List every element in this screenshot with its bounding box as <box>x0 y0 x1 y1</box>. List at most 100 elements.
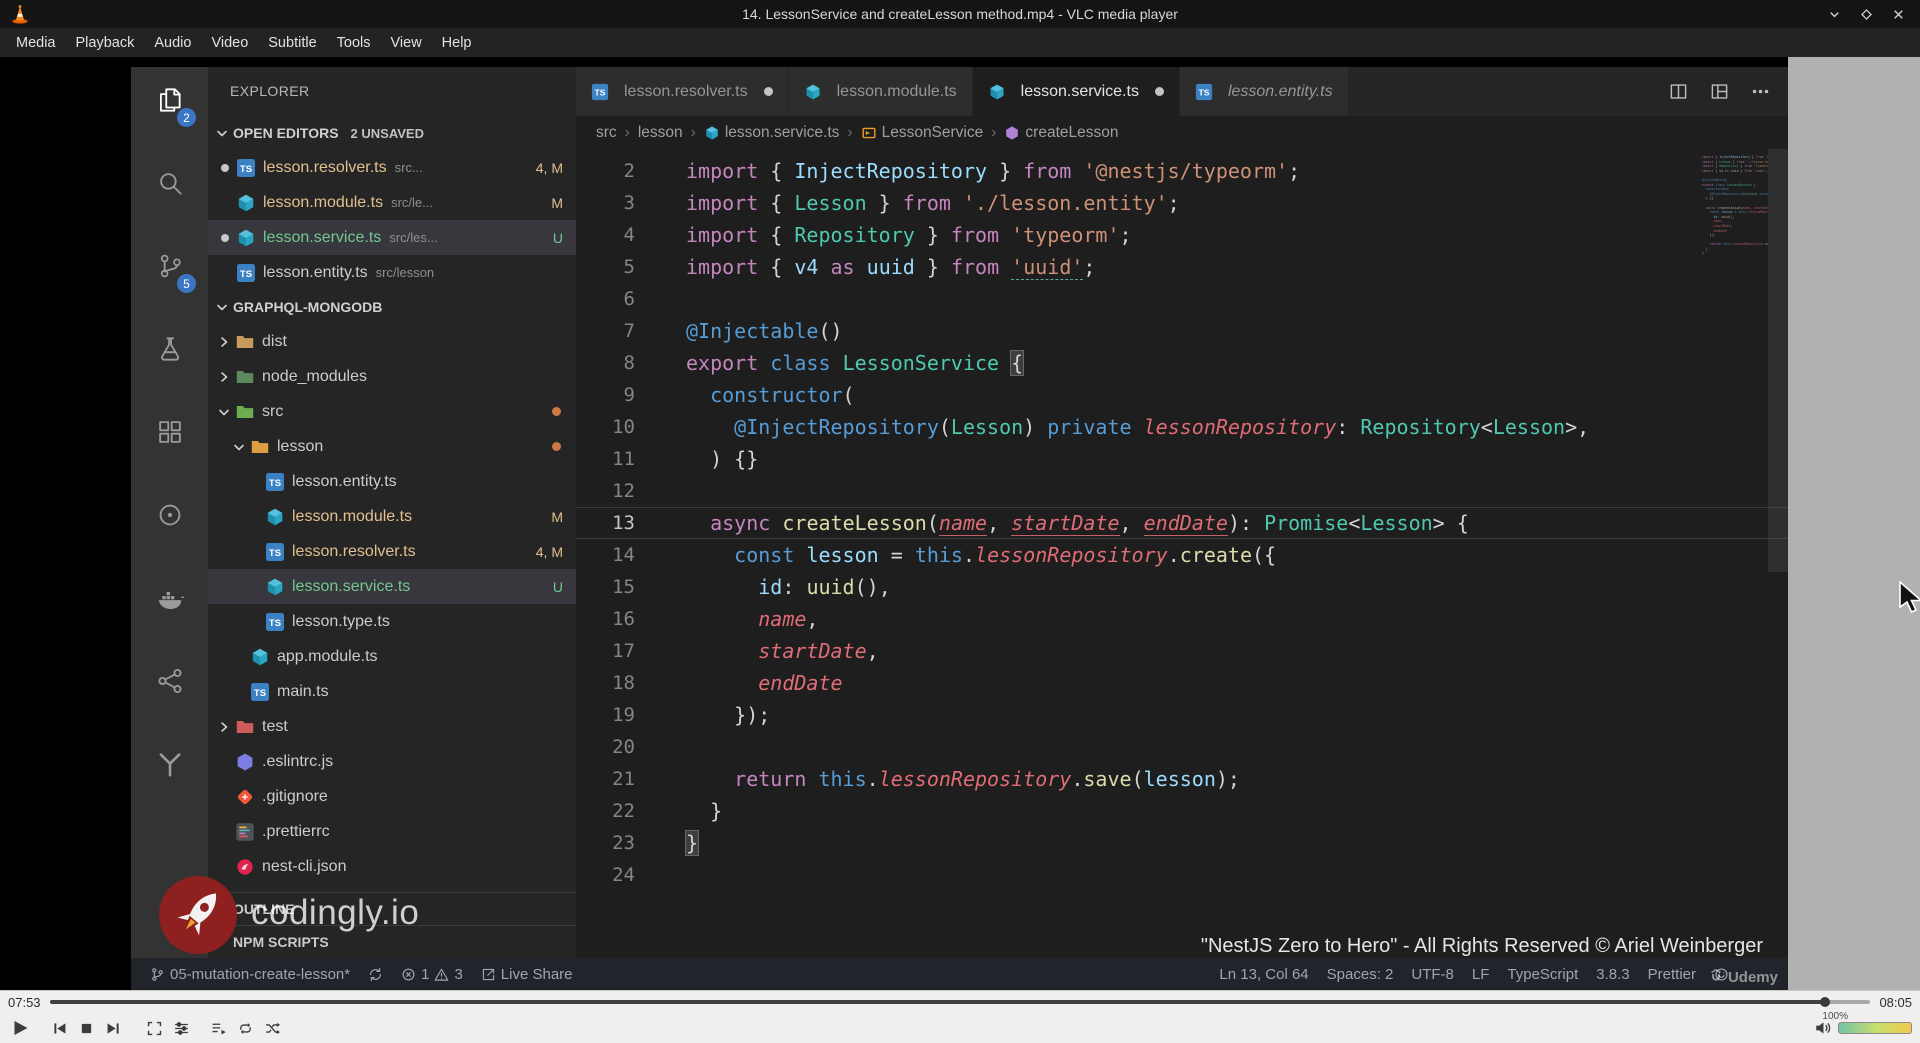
problems-status[interactable]: 13 <box>392 958 472 990</box>
version-status[interactable]: 3.8.3 <box>1587 958 1638 990</box>
loop-button[interactable] <box>233 1016 257 1040</box>
activity-item-extensions[interactable] <box>131 390 208 473</box>
menu-item-video[interactable]: Video <box>201 31 258 55</box>
previous-button[interactable] <box>47 1016 71 1040</box>
live-share-status[interactable]: Live Share <box>472 958 582 990</box>
project-section-header[interactable]: GRAPHQL-MONGODB <box>208 290 576 324</box>
activity-item-files[interactable]: 2 <box>131 58 208 141</box>
seek-handle[interactable] <box>1819 997 1830 1007</box>
stop-button[interactable] <box>74 1016 98 1040</box>
video-area[interactable]: 25 EXPLORER OPEN EDITORS 2 UNSAVED TS les… <box>0 57 1920 990</box>
tree-item-lesson.resolver.ts[interactable]: TS lesson.resolver.ts 4, M <box>208 534 576 569</box>
minimap[interactable]: import { InjectRepository } from '@nestj… <box>1702 155 1768 261</box>
play-button[interactable] <box>8 1016 32 1040</box>
tree-item-node_modules[interactable]: node_modules <box>208 359 576 394</box>
tree-item-lesson[interactable]: lesson <box>208 429 576 464</box>
close-button[interactable] <box>1890 6 1906 22</box>
screen: 14. LessonService and createLesson metho… <box>0 0 1920 1043</box>
activity-item-circle-dot[interactable] <box>131 473 208 556</box>
random-button[interactable] <box>260 1016 284 1040</box>
modified-dot <box>552 442 561 451</box>
tree-item-lesson.service.ts[interactable]: lesson.service.ts U <box>208 569 576 604</box>
code-token: . <box>1167 543 1180 567</box>
formatter-status[interactable]: Prettier <box>1639 958 1705 990</box>
tree-item-nest-cli.json[interactable]: nest-cli.json <box>208 849 576 884</box>
tree-item-dist[interactable]: dist <box>208 324 576 359</box>
editor-layout-button[interactable] <box>1710 82 1729 101</box>
activity-item-share-nodes[interactable] <box>131 639 208 722</box>
branch-status[interactable]: 05-mutation-create-lesson* <box>141 958 359 990</box>
fullscreen-button[interactable] <box>142 1016 166 1040</box>
encoding-status[interactable]: UTF-8 <box>1402 958 1463 990</box>
tree-item-.prettierrc[interactable]: .prettierrc <box>208 814 576 849</box>
code-token: v4 <box>794 255 819 279</box>
menu-item-help[interactable]: Help <box>432 31 482 55</box>
dirty-indicator[interactable] <box>1154 87 1164 96</box>
next-button[interactable] <box>101 1016 125 1040</box>
tree-item-app.module.ts[interactable]: app.module.ts <box>208 639 576 674</box>
activity-item-docker[interactable] <box>131 556 208 639</box>
tab-lesson.service.ts[interactable]: lesson.service.ts <box>972 67 1180 116</box>
activity-item-search[interactable] <box>131 141 208 224</box>
menu-item-media[interactable]: Media <box>6 31 66 55</box>
playlist-button[interactable] <box>206 1016 230 1040</box>
ts-file-icon: TS <box>591 83 609 101</box>
codingly-watermark: codingly.io <box>251 893 420 932</box>
open-editor-item-lesson.resolver.ts[interactable]: TS lesson.resolver.ts src... 4, M <box>208 150 576 185</box>
menu-item-tools[interactable]: Tools <box>327 31 381 55</box>
eol-status[interactable]: LF <box>1463 958 1499 990</box>
open-editor-item-lesson.service.ts[interactable]: lesson.service.ts src/les... U <box>208 220 576 255</box>
activity-item-test-flask[interactable] <box>131 307 208 390</box>
tree-item-main.ts[interactable]: TS main.ts <box>208 674 576 709</box>
dirty-indicator[interactable] <box>763 87 773 96</box>
more-actions-button[interactable] <box>1751 82 1770 101</box>
activity-bar: 25 <box>131 67 208 958</box>
tab-lesson.resolver.ts[interactable]: TS lesson.resolver.ts <box>576 67 789 116</box>
tree-item-lesson.module.ts[interactable]: lesson.module.ts M <box>208 499 576 534</box>
prettier-file-icon <box>235 822 255 842</box>
file-tree: dist node_modules src lesson TS lesson.entity… <box>208 324 576 884</box>
tree-item-test[interactable]: test <box>208 709 576 744</box>
menu-item-playback[interactable]: Playback <box>66 31 145 55</box>
seek-bar[interactable] <box>50 997 1870 1007</box>
activity-item-terraform[interactable] <box>131 722 208 805</box>
tree-item-.gitignore[interactable]: .gitignore <box>208 779 576 814</box>
cursor-position-status[interactable]: Ln 13, Col 64 <box>1210 958 1317 990</box>
open-editors-section-header[interactable]: OPEN EDITORS 2 UNSAVED <box>208 116 576 150</box>
indentation-status[interactable]: Spaces: 2 <box>1318 958 1403 990</box>
sync-status[interactable] <box>359 958 392 990</box>
code-token: name <box>938 511 988 536</box>
menu-item-subtitle[interactable]: Subtitle <box>258 31 326 55</box>
open-editor-item-lesson.module.ts[interactable]: lesson.module.ts src/le... M <box>208 185 576 220</box>
tree-item-.eslintrc.js[interactable]: .eslintrc.js <box>208 744 576 779</box>
line-number: 6 <box>623 288 635 310</box>
menu-item-view[interactable]: View <box>381 31 432 55</box>
minimize-button[interactable] <box>1826 6 1842 22</box>
tab-lesson.module.ts[interactable]: lesson.module.ts <box>788 67 973 116</box>
editor-scrollbar[interactable] <box>1768 149 1788 572</box>
tree-item-lesson.type.ts[interactable]: TS lesson.type.ts <box>208 604 576 639</box>
line-number: 11 <box>612 448 635 470</box>
volume-slider[interactable] <box>1838 1022 1912 1034</box>
breadcrumb-item-createLesson[interactable]: createLesson <box>1004 124 1118 142</box>
breadcrumb-item-lesson[interactable]: lesson <box>638 124 683 142</box>
line-content: import { Lesson } from './lesson.entity'… <box>662 187 1788 219</box>
breadcrumb-item-LessonService[interactable]: LessonService <box>861 124 983 142</box>
maximize-button[interactable] <box>1858 6 1874 22</box>
code-token: lesson <box>1721 210 1733 215</box>
tree-item-src[interactable]: src <box>208 394 576 429</box>
extended-settings-button[interactable] <box>169 1016 193 1040</box>
language-status[interactable]: TypeScript <box>1498 958 1587 990</box>
extensions-icon <box>155 417 185 447</box>
activity-item-source-control[interactable]: 5 <box>131 224 208 307</box>
menu-item-audio[interactable]: Audio <box>144 31 201 55</box>
split-editor-button[interactable] <box>1669 82 1688 101</box>
breadcrumb-item-src[interactable]: src <box>596 124 617 142</box>
breadcrumb-item-lesson.service.ts[interactable]: lesson.service.ts <box>704 124 839 142</box>
tab-lesson.entity.ts[interactable]: TS lesson.entity.ts <box>1179 67 1349 116</box>
code-editor[interactable]: 2 import { InjectRepository } from '@nest… <box>576 149 1788 958</box>
open-editor-item-lesson.entity.ts[interactable]: TS lesson.entity.ts src/lesson <box>208 255 576 290</box>
tree-item-lesson.entity.ts[interactable]: TS lesson.entity.ts <box>208 464 576 499</box>
